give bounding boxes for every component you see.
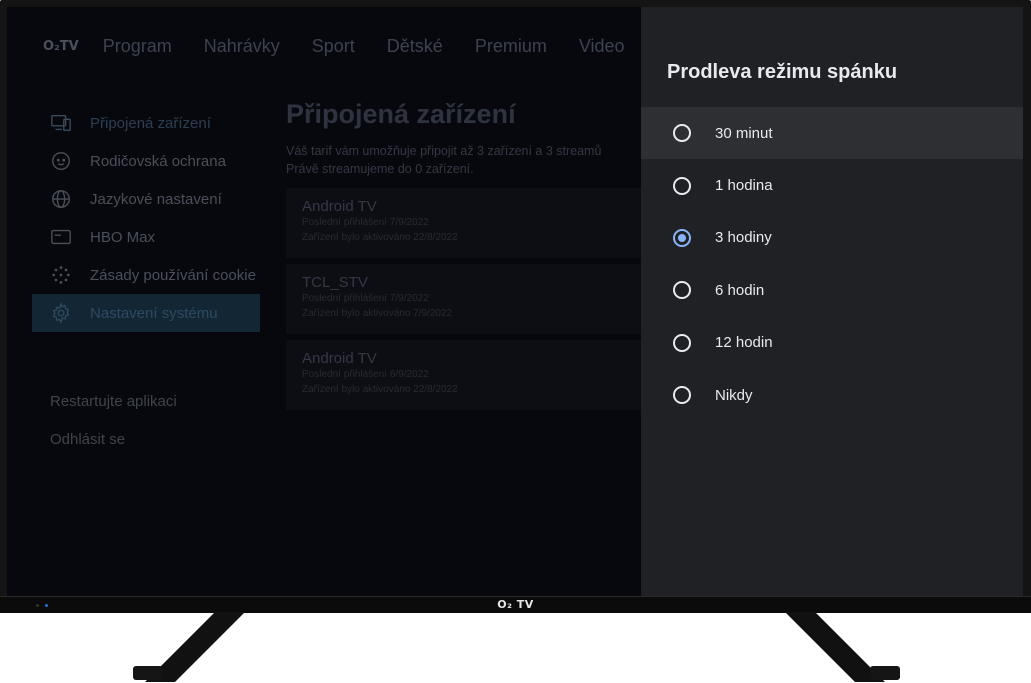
radio-unchecked-icon xyxy=(673,281,691,300)
card-icon xyxy=(50,226,72,248)
tv-foot-left xyxy=(133,666,163,680)
radio-unchecked-icon xyxy=(673,176,691,195)
sidebar-item-language[interactable]: Jazykové nastavení xyxy=(32,180,260,218)
sensor-dot xyxy=(36,604,39,607)
sidebar-item-system[interactable]: Nastavení systému xyxy=(32,294,260,332)
nav-item-sport[interactable]: Sport xyxy=(312,36,355,57)
device-card[interactable]: TCL_STV Poslední přihlášení 7/9/2022 Zař… xyxy=(286,264,656,334)
sleep-options-list: 30 minut 1 hodina 3 hodiny 6 hodin 12 ho… xyxy=(641,107,1023,421)
device-last-login: Poslední přihlášení 6/9/2022 xyxy=(302,369,429,380)
gear-icon xyxy=(50,302,72,324)
option-label: 3 hodiny xyxy=(715,229,772,247)
option-1-hour[interactable]: 1 hodina xyxy=(641,159,1023,211)
tv-foot-right xyxy=(870,666,900,680)
desc-line-1: Váš tarif vám umožňuje připojit až 3 zař… xyxy=(286,144,602,158)
option-never[interactable]: Nikdy xyxy=(641,369,1023,421)
devices-content: Připojená zařízení Váš tarif vám umožňuj… xyxy=(286,99,656,410)
tv-screen: O₂TV Program Nahrávky Sport Dětské Premi… xyxy=(7,7,1023,596)
settings-sidebar: Připojená zařízení Rodičovská ochrana Ja… xyxy=(32,104,260,458)
sidebar-item-label: HBO Max xyxy=(90,228,156,246)
restart-app-button[interactable]: Restartujte aplikaci xyxy=(32,382,260,420)
desc-line-2: Právě streamujeme do 0 zařízení. xyxy=(286,162,474,176)
option-label: 12 hodin xyxy=(715,334,773,352)
tv-bezel: O₂ TV xyxy=(0,596,1031,613)
device-last-login: Poslední přihlášení 7/9/2022 xyxy=(302,293,429,304)
child-face-icon xyxy=(50,150,72,172)
sidebar-item-label: Připojená zařízení xyxy=(90,114,211,132)
top-nav: O₂TV Program Nahrávky Sport Dětské Premi… xyxy=(43,33,657,59)
panel-title: Prodleva režimu spánku xyxy=(667,61,898,83)
device-activated: Zařízení bylo aktivováno 22/8/2022 xyxy=(302,384,458,395)
option-3-hours[interactable]: 3 hodiny xyxy=(641,212,1023,264)
devices-icon xyxy=(50,112,72,134)
bezel-logo: O₂ TV xyxy=(497,598,534,611)
tv-frame: O₂TV Program Nahrávky Sport Dětské Premi… xyxy=(0,0,1031,612)
device-name: Android TV xyxy=(302,198,377,215)
option-6-hours[interactable]: 6 hodin xyxy=(641,264,1023,316)
sidebar-item-label: Nastavení systému xyxy=(90,304,218,322)
page-title: Připojená zařízení xyxy=(286,99,516,129)
background-app: O₂TV Program Nahrávky Sport Dětské Premi… xyxy=(7,7,656,596)
sidebar-item-parental[interactable]: Rodičovská ochrana xyxy=(32,142,260,180)
radio-unchecked-icon xyxy=(673,333,691,352)
option-30-minutes[interactable]: 30 minut xyxy=(641,107,1023,160)
logout-button[interactable]: Odhlásit se xyxy=(32,420,260,458)
option-label: Nikdy xyxy=(715,386,753,404)
device-name: TCL_STV xyxy=(302,274,368,291)
option-label: 6 hodin xyxy=(715,281,765,299)
nav-item-premium[interactable]: Premium xyxy=(475,36,547,57)
device-name: Android TV xyxy=(302,350,377,367)
sidebar-item-cookies[interactable]: Zásady používání cookie xyxy=(32,256,260,294)
nav-item-detske[interactable]: Dětské xyxy=(387,36,443,57)
option-label: 1 hodina xyxy=(715,177,773,195)
device-card[interactable]: Android TV Poslední přihlášení 7/9/2022 … xyxy=(286,188,656,258)
device-last-login: Poslední přihlášení 7/9/2022 xyxy=(302,217,429,228)
radio-checked-icon xyxy=(673,228,691,247)
nav-item-video[interactable]: Video xyxy=(579,36,625,57)
sidebar-item-hbo[interactable]: HBO Max xyxy=(32,218,260,256)
sidebar-item-label: Zásady používání cookie xyxy=(90,266,256,284)
device-activated: Zařízení bylo aktivováno 22/8/2022 xyxy=(302,232,458,243)
radio-unchecked-icon xyxy=(673,124,691,143)
nav-item-nahravky[interactable]: Nahrávky xyxy=(204,36,280,57)
sidebar-item-label: Jazykové nastavení xyxy=(90,190,222,208)
power-led xyxy=(45,604,48,607)
sidebar-item-label: Rodičovská ochrana xyxy=(90,152,226,170)
sleep-timeout-panel: Prodleva režimu spánku 30 minut 1 hodina… xyxy=(641,7,1023,596)
device-activated: Zařízení bylo aktivováno 7/9/2022 xyxy=(302,308,453,319)
option-12-hours[interactable]: 12 hodin xyxy=(641,317,1023,369)
device-card[interactable]: Android TV Poslední přihlášení 6/9/2022 … xyxy=(286,340,656,410)
plan-description: Váš tarif vám umožňuje připojit až 3 zař… xyxy=(286,142,641,178)
app-logo: O₂TV xyxy=(43,38,79,54)
nav-item-program[interactable]: Program xyxy=(103,36,172,57)
sidebar-item-devices[interactable]: Připojená zařízení xyxy=(32,104,260,142)
globe-icon xyxy=(50,188,72,210)
radio-unchecked-icon xyxy=(673,386,691,405)
cookie-icon xyxy=(50,264,72,286)
option-label: 30 minut xyxy=(715,124,773,142)
